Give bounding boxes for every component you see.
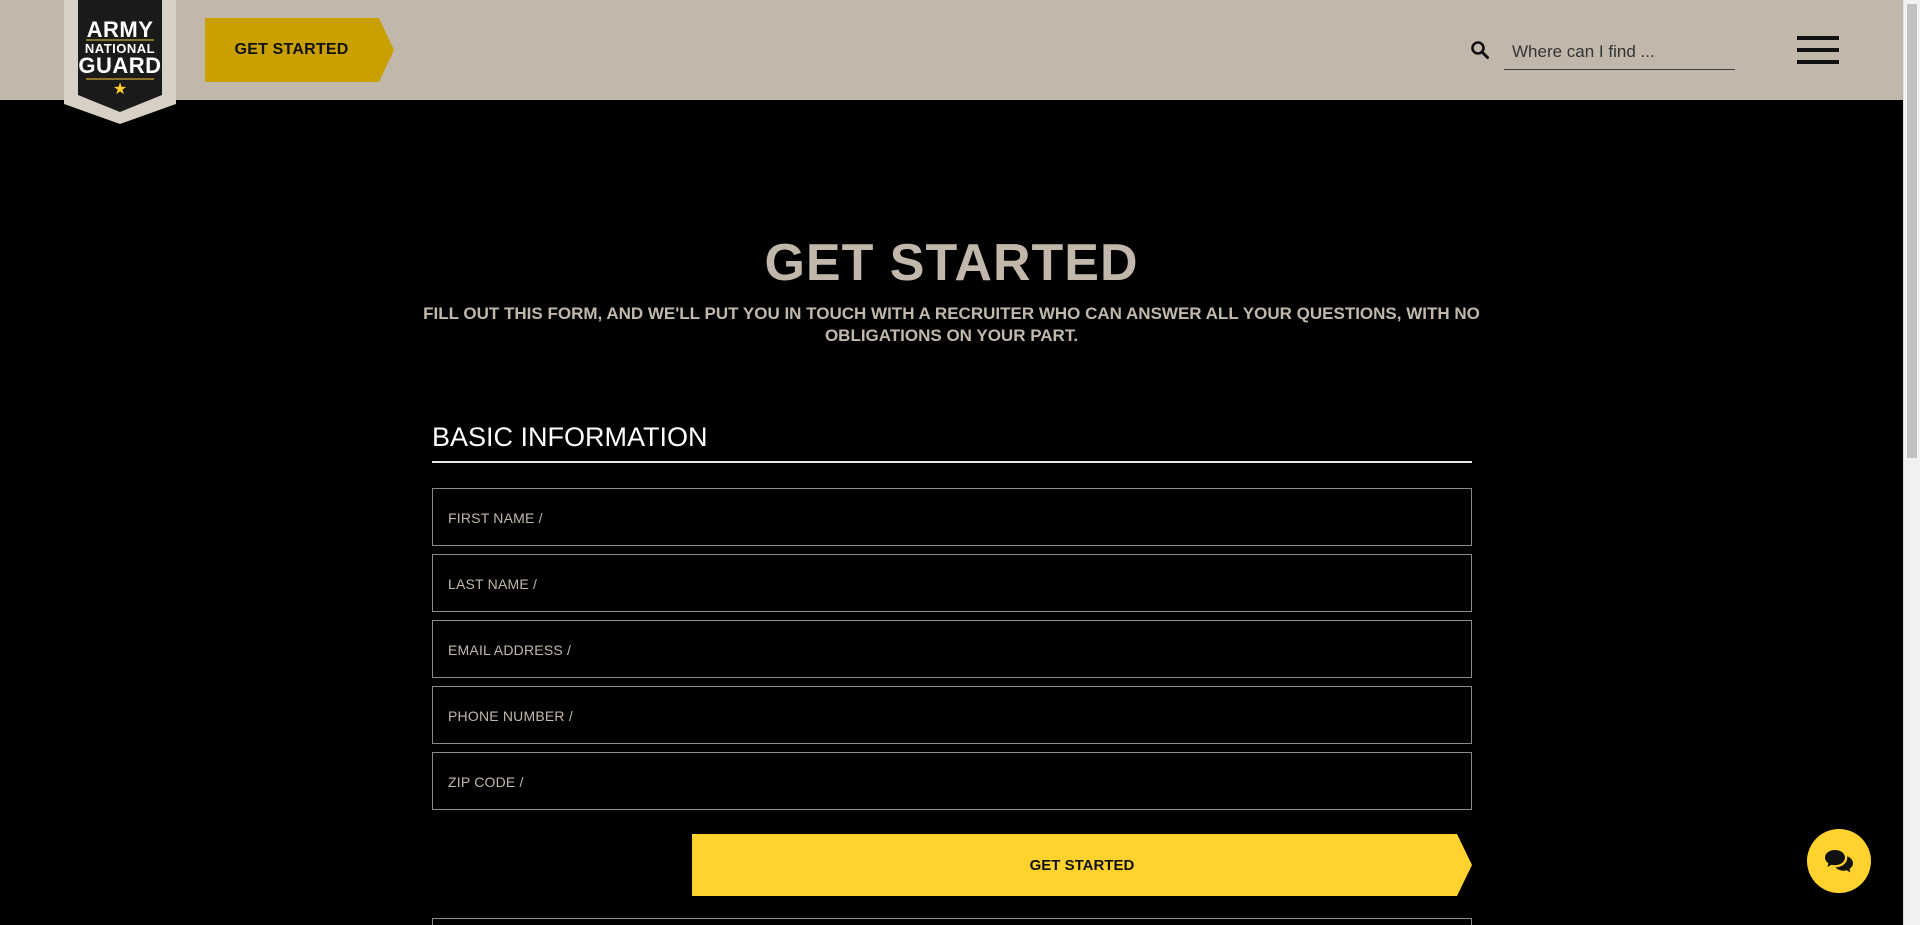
hamburger-bar-top [1797, 36, 1839, 40]
email-address-input[interactable] [433, 621, 1471, 677]
phone-number-input[interactable] [433, 687, 1471, 743]
last-name-input[interactable] [433, 555, 1471, 611]
section-divider [432, 461, 1472, 463]
basic-information-heading: BASIC INFORMATION [432, 422, 708, 452]
last-name-field[interactable]: LAST NAME / [432, 554, 1472, 612]
chat-button[interactable] [1807, 829, 1871, 893]
hamburger-menu-icon[interactable] [1797, 36, 1839, 64]
page-scrollbar[interactable] [1903, 0, 1920, 925]
army-national-guard-logo[interactable]: ARMY NATIONAL GUARD ★ [64, 0, 176, 124]
hamburger-bar-bottom [1797, 60, 1839, 64]
zip-code-field[interactable]: ZIP CODE / [432, 752, 1472, 810]
email-address-field[interactable]: EMAIL ADDRESS / [432, 620, 1472, 678]
logo-army-text: ARMY [86, 17, 154, 42]
page-title: GET STARTED [764, 234, 1139, 292]
hamburger-bar-middle [1797, 48, 1839, 52]
logo-star-icon: ★ [112, 81, 128, 98]
chat-bubbles-icon [1825, 850, 1853, 873]
first-name-input[interactable] [433, 489, 1471, 545]
form-get-started-button[interactable]: GET STARTED [692, 834, 1472, 896]
page: ARMY NATIONAL GUARD ★ GET STARTED GET ST… [0, 0, 1920, 925]
scrollbar-thumb[interactable] [1907, 4, 1917, 458]
phone-number-field[interactable]: PHONE NUMBER / [432, 686, 1472, 744]
first-name-field[interactable]: FIRST NAME / [432, 488, 1472, 546]
search-icon[interactable] [1470, 40, 1490, 60]
page-subtitle: FILL OUT THIS FORM, AND WE'LL PUT YOU IN… [423, 304, 1480, 345]
site-header: ARMY NATIONAL GUARD ★ GET STARTED [0, 0, 1903, 124]
form-get-started-label: GET STARTED [1029, 856, 1135, 874]
header-get-started-label: GET STARTED [234, 41, 349, 58]
zip-code-input[interactable] [433, 753, 1471, 809]
next-section-border [432, 918, 1472, 925]
site-search-input[interactable] [1504, 34, 1735, 70]
logo-guard-text: GUARD [78, 53, 162, 78]
header-get-started-button[interactable]: GET STARTED [205, 18, 394, 82]
